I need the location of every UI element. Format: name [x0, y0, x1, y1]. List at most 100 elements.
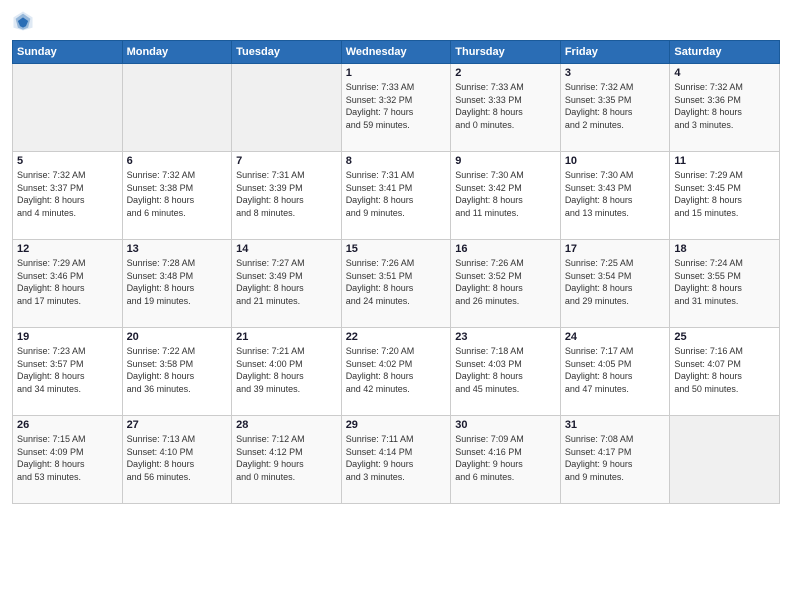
day-number: 23 — [455, 331, 556, 343]
day-info: Sunrise: 7:26 AM Sunset: 3:51 PM Dayligh… — [346, 257, 447, 307]
day-number: 1 — [346, 67, 447, 79]
calendar-cell: 25 Sunrise: 7:16 AM Sunset: 4:07 PM Dayli… — [670, 328, 780, 416]
calendar-cell: 22 Sunrise: 7:20 AM Sunset: 4:02 PM Dayli… — [341, 328, 451, 416]
day-info: Sunrise: 7:32 AM Sunset: 3:38 PM Dayligh… — [127, 169, 228, 219]
calendar-cell: 30 Sunrise: 7:09 AM Sunset: 4:16 PM Dayli… — [451, 416, 561, 504]
calendar-cell: 16Sunrise: 7:26 AM Sunset: 3:52 PM Dayli… — [451, 240, 561, 328]
calendar-cell: 3 Sunrise: 7:32 AM Sunset: 3:35 PM Daylig… — [560, 64, 670, 152]
day-info: Sunrise: 7:12 AM Sunset: 4:12 PM Dayligh… — [236, 433, 337, 483]
day-info: Sunrise: 7:31 AM Sunset: 3:41 PM Dayligh… — [346, 169, 447, 219]
day-info: Sunrise: 7:30 AM Sunset: 3:42 PM Dayligh… — [455, 169, 556, 219]
weekday-header-tuesday: Tuesday — [232, 41, 342, 64]
calendar-cell: 29 Sunrise: 7:11 AM Sunset: 4:14 PM Dayli… — [341, 416, 451, 504]
day-number: 8 — [346, 155, 447, 167]
day-info: Sunrise: 7:27 AM Sunset: 3:49 PM Dayligh… — [236, 257, 337, 307]
calendar-cell: 11 Sunrise: 7:29 AM Sunset: 3:45 PM Dayli… — [670, 152, 780, 240]
day-number: 11 — [674, 155, 775, 167]
day-info: Sunrise: 7:32 AM Sunset: 3:37 PM Dayligh… — [17, 169, 118, 219]
calendar-cell: 15 Sunrise: 7:26 AM Sunset: 3:51 PM Dayli… — [341, 240, 451, 328]
day-info: Sunrise: 7:29 AM Sunset: 3:45 PM Dayligh… — [674, 169, 775, 219]
day-number: 3 — [565, 67, 666, 79]
day-info: Sunrise: 7:15 AM Sunset: 4:09 PM Dayligh… — [17, 433, 118, 483]
day-info: Sunrise: 7:30 AM Sunset: 3:43 PM Dayligh… — [565, 169, 666, 219]
header — [12, 10, 780, 32]
day-info: Sunrise: 7:08 AM Sunset: 4:17 PM Dayligh… — [565, 433, 666, 483]
calendar-cell: 17 Sunrise: 7:25 AM Sunset: 3:54 PM Dayli… — [560, 240, 670, 328]
day-info: Sunrise: 7:09 AM Sunset: 4:16 PM Dayligh… — [455, 433, 556, 483]
weekday-header-friday: Friday — [560, 41, 670, 64]
day-info: Sunrise: 7:29 AM Sunset: 3:46 PM Dayligh… — [17, 257, 118, 307]
day-number: 7 — [236, 155, 337, 167]
day-number: 6 — [127, 155, 228, 167]
day-number: 10 — [565, 155, 666, 167]
calendar-cell: 8 Sunrise: 7:31 AM Sunset: 3:41 PM Daylig… — [341, 152, 451, 240]
day-info: Sunrise: 7:18 AM Sunset: 4:03 PM Dayligh… — [455, 345, 556, 395]
calendar-cell: 12Sunrise: 7:29 AM Sunset: 3:46 PM Dayli… — [13, 240, 123, 328]
day-info: Sunrise: 7:16 AM Sunset: 4:07 PM Dayligh… — [674, 345, 775, 395]
day-number: 31 — [565, 419, 666, 431]
day-number: 29 — [346, 419, 447, 431]
day-number: 27 — [127, 419, 228, 431]
calendar-week-2: 5Sunrise: 7:32 AM Sunset: 3:37 PM Daylig… — [13, 152, 780, 240]
day-number: 24 — [565, 331, 666, 343]
weekday-header-saturday: Saturday — [670, 41, 780, 64]
calendar-week-5: 26 Sunrise: 7:15 AM Sunset: 4:09 PM Dayli… — [13, 416, 780, 504]
calendar-cell: 24 Sunrise: 7:17 AM Sunset: 4:05 PM Dayli… — [560, 328, 670, 416]
calendar-cell: 7 Sunrise: 7:31 AM Sunset: 3:39 PM Daylig… — [232, 152, 342, 240]
calendar-cell — [13, 64, 123, 152]
calendar-cell: 27 Sunrise: 7:13 AM Sunset: 4:10 PM Dayli… — [122, 416, 232, 504]
day-info: Sunrise: 7:17 AM Sunset: 4:05 PM Dayligh… — [565, 345, 666, 395]
day-info: Sunrise: 7:25 AM Sunset: 3:54 PM Dayligh… — [565, 257, 666, 307]
day-info: Sunrise: 7:26 AM Sunset: 3:52 PM Dayligh… — [455, 257, 556, 307]
calendar-cell: 31 Sunrise: 7:08 AM Sunset: 4:17 PM Dayli… — [560, 416, 670, 504]
calendar-cell — [122, 64, 232, 152]
day-info: Sunrise: 7:32 AM Sunset: 3:35 PM Dayligh… — [565, 81, 666, 131]
calendar-header: SundayMondayTuesdayWednesdayThursdayFrid… — [13, 41, 780, 64]
calendar-cell: 14 Sunrise: 7:27 AM Sunset: 3:49 PM Dayli… — [232, 240, 342, 328]
day-number: 26 — [17, 419, 118, 431]
day-number: 20 — [127, 331, 228, 343]
calendar-cell: 1Sunrise: 7:33 AM Sunset: 3:32 PM Daylig… — [341, 64, 451, 152]
day-number: 19 — [17, 331, 118, 343]
day-number: 15 — [346, 243, 447, 255]
logo-icon — [12, 10, 34, 32]
day-number: 17 — [565, 243, 666, 255]
day-info: Sunrise: 7:33 AM Sunset: 3:33 PM Dayligh… — [455, 81, 556, 131]
day-number: 28 — [236, 419, 337, 431]
weekday-header-monday: Monday — [122, 41, 232, 64]
day-info: Sunrise: 7:32 AM Sunset: 3:36 PM Dayligh… — [674, 81, 775, 131]
calendar: SundayMondayTuesdayWednesdayThursdayFrid… — [12, 40, 780, 504]
day-info: Sunrise: 7:28 AM Sunset: 3:48 PM Dayligh… — [127, 257, 228, 307]
weekday-header-thursday: Thursday — [451, 41, 561, 64]
weekday-row: SundayMondayTuesdayWednesdayThursdayFrid… — [13, 41, 780, 64]
calendar-cell — [670, 416, 780, 504]
day-info: Sunrise: 7:22 AM Sunset: 3:58 PM Dayligh… — [127, 345, 228, 395]
day-info: Sunrise: 7:13 AM Sunset: 4:10 PM Dayligh… — [127, 433, 228, 483]
weekday-header-wednesday: Wednesday — [341, 41, 451, 64]
calendar-week-4: 19Sunrise: 7:23 AM Sunset: 3:57 PM Dayli… — [13, 328, 780, 416]
day-info: Sunrise: 7:31 AM Sunset: 3:39 PM Dayligh… — [236, 169, 337, 219]
calendar-week-1: 1Sunrise: 7:33 AM Sunset: 3:32 PM Daylig… — [13, 64, 780, 152]
calendar-cell: 28 Sunrise: 7:12 AM Sunset: 4:12 PM Dayli… — [232, 416, 342, 504]
calendar-cell: 26 Sunrise: 7:15 AM Sunset: 4:09 PM Dayli… — [13, 416, 123, 504]
day-number: 14 — [236, 243, 337, 255]
day-info: Sunrise: 7:21 AM Sunset: 4:00 PM Dayligh… — [236, 345, 337, 395]
logo — [12, 10, 38, 32]
calendar-cell: 10 Sunrise: 7:30 AM Sunset: 3:43 PM Dayli… — [560, 152, 670, 240]
calendar-cell: 19Sunrise: 7:23 AM Sunset: 3:57 PM Dayli… — [13, 328, 123, 416]
calendar-body: 1Sunrise: 7:33 AM Sunset: 3:32 PM Daylig… — [13, 64, 780, 504]
calendar-cell: 5Sunrise: 7:32 AM Sunset: 3:37 PM Daylig… — [13, 152, 123, 240]
day-info: Sunrise: 7:11 AM Sunset: 4:14 PM Dayligh… — [346, 433, 447, 483]
calendar-week-3: 12Sunrise: 7:29 AM Sunset: 3:46 PM Dayli… — [13, 240, 780, 328]
day-number: 13 — [127, 243, 228, 255]
calendar-cell: 18Sunrise: 7:24 AM Sunset: 3:55 PM Dayli… — [670, 240, 780, 328]
day-number: 30 — [455, 419, 556, 431]
day-number: 22 — [346, 331, 447, 343]
day-number: 2 — [455, 67, 556, 79]
calendar-cell: 23 Sunrise: 7:18 AM Sunset: 4:03 PM Dayli… — [451, 328, 561, 416]
day-info: Sunrise: 7:20 AM Sunset: 4:02 PM Dayligh… — [346, 345, 447, 395]
calendar-cell: 21Sunrise: 7:21 AM Sunset: 4:00 PM Dayli… — [232, 328, 342, 416]
calendar-cell: 4Sunrise: 7:32 AM Sunset: 3:36 PM Daylig… — [670, 64, 780, 152]
day-number: 25 — [674, 331, 775, 343]
calendar-cell: 6 Sunrise: 7:32 AM Sunset: 3:38 PM Daylig… — [122, 152, 232, 240]
